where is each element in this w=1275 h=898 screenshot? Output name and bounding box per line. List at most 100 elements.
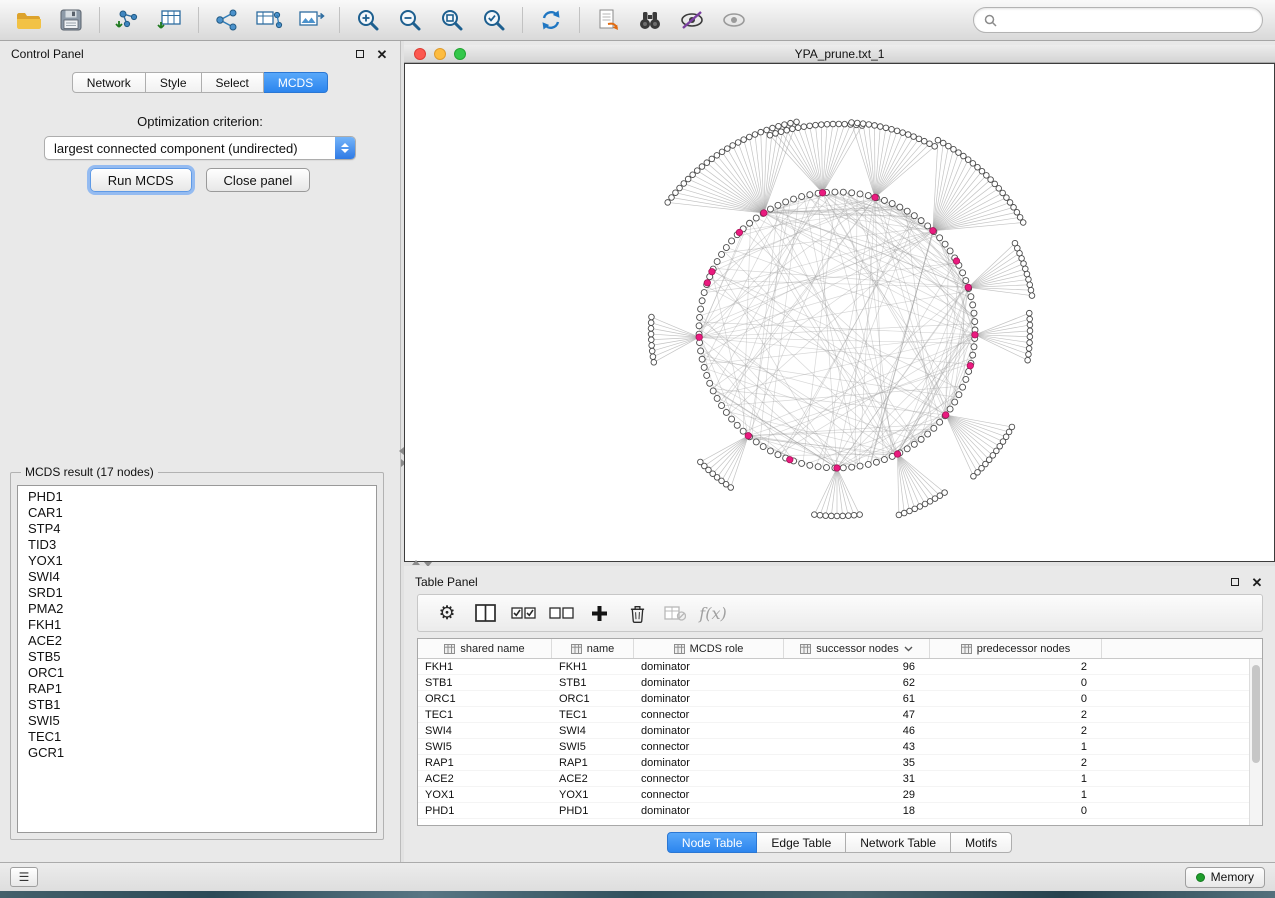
tab-network-table[interactable]: Network Table	[846, 832, 951, 853]
new-network-from-selection-button[interactable]	[206, 3, 248, 37]
delete-column-button[interactable]	[618, 598, 656, 628]
network-canvas[interactable]	[404, 63, 1275, 562]
import-table-button[interactable]	[149, 3, 191, 37]
column-header-name[interactable]: name	[552, 639, 634, 658]
save-session-button[interactable]	[50, 3, 92, 37]
column-header-successor-nodes[interactable]: successor nodes	[784, 639, 930, 658]
tab-motifs[interactable]: Motifs	[951, 832, 1012, 853]
tab-network[interactable]: Network	[72, 72, 146, 93]
mcds-result-item[interactable]: STP4	[18, 521, 376, 537]
table-header-row: shared namenameMCDS rolesuccessor nodesp…	[418, 639, 1262, 659]
import-network-button[interactable]	[107, 3, 149, 37]
table-cell: 47	[784, 709, 930, 721]
table-cell: 2	[930, 725, 1102, 737]
mcds-result-item[interactable]: GCR1	[18, 745, 376, 761]
run-mcds-button[interactable]: Run MCDS	[90, 168, 192, 192]
column-header-shared-name[interactable]: shared name	[418, 639, 552, 658]
close-table-panel-button[interactable]: ✕	[1250, 575, 1264, 589]
mcds-result-item[interactable]: SWI5	[18, 713, 376, 729]
table-row[interactable]: SWI4SWI4dominator462	[418, 723, 1262, 739]
table-settings-button[interactable]: ⚙	[428, 598, 466, 628]
column-type-icon	[571, 644, 582, 654]
import-table-icon	[157, 8, 183, 32]
mcds-result-item[interactable]: STB5	[18, 649, 376, 665]
search-icon	[984, 14, 997, 27]
export-document-button[interactable]	[587, 3, 629, 37]
tab-edge-table[interactable]: Edge Table	[757, 832, 846, 853]
mcds-result-item[interactable]: ACE2	[18, 633, 376, 649]
tab-node-table[interactable]: Node Table	[667, 832, 758, 853]
table-cell: STB1	[418, 677, 552, 689]
network-view-title: YPA_prune.txt_1	[404, 47, 1275, 61]
toolbar-separator	[579, 7, 580, 33]
graphics-details-icon	[679, 8, 705, 32]
table-row[interactable]: FKH1FKH1dominator962	[418, 659, 1262, 675]
select-all-columns-button[interactable]	[504, 598, 542, 628]
maximize-window-button[interactable]	[454, 48, 466, 60]
mcds-result-item[interactable]: YOX1	[18, 553, 376, 569]
table-row[interactable]: ORC1ORC1dominator610	[418, 691, 1262, 707]
mcds-result-item[interactable]: PHD1	[18, 489, 376, 505]
global-search-field[interactable]	[973, 7, 1263, 33]
mcds-result-group: MCDS result (17 nodes) PHD1CAR1STP4TID3Y…	[10, 465, 384, 840]
minimize-window-button[interactable]	[434, 48, 446, 60]
status-menu-button[interactable]: ☰	[10, 867, 38, 887]
toggle-graphics-details-button[interactable]	[671, 3, 713, 37]
search-network-button[interactable]	[629, 3, 671, 37]
refresh-layout-button[interactable]	[530, 3, 572, 37]
unselect-all-columns-button[interactable]	[542, 598, 580, 628]
show-columns-button[interactable]	[466, 598, 504, 628]
float-panel-button[interactable]	[353, 47, 367, 61]
scrollbar-thumb[interactable]	[1252, 665, 1260, 763]
column-header-MCDS-role[interactable]: MCDS role	[634, 639, 784, 658]
table-row[interactable]: ACE2ACE2connector311	[418, 771, 1262, 787]
table-scrollbar[interactable]	[1249, 659, 1262, 825]
close-mcds-panel-button[interactable]: Close panel	[206, 168, 311, 192]
mcds-result-list[interactable]: PHD1CAR1STP4TID3YOX1SWI4SRD1PMA2FKH1ACE2…	[17, 485, 377, 833]
mcds-result-item[interactable]: ORC1	[18, 665, 376, 681]
tab-style[interactable]: Style	[146, 72, 202, 93]
search-input[interactable]	[1003, 13, 1252, 27]
network-graph[interactable]	[405, 64, 1274, 561]
zoom-fit-button[interactable]	[431, 3, 473, 37]
network-view-titlebar[interactable]: YPA_prune.txt_1	[404, 45, 1275, 63]
level-of-detail-button[interactable]	[713, 3, 755, 37]
zoom-in-button[interactable]	[347, 3, 389, 37]
table-row[interactable]: PHD1PHD1dominator180	[418, 803, 1262, 819]
create-column-button[interactable]	[580, 598, 618, 628]
table-row[interactable]: RAP1RAP1dominator352	[418, 755, 1262, 771]
tab-select[interactable]: Select	[202, 72, 264, 93]
zoom-fit-icon	[440, 8, 464, 32]
export-network-button[interactable]	[248, 3, 290, 37]
close-window-button[interactable]	[414, 48, 426, 60]
mcds-result-item[interactable]: CAR1	[18, 505, 376, 521]
mcds-result-item[interactable]: PMA2	[18, 601, 376, 617]
zoom-selected-button[interactable]	[473, 3, 515, 37]
mcds-result-item[interactable]: SRD1	[18, 585, 376, 601]
table-row[interactable]: YOX1YOX1connector291	[418, 787, 1262, 803]
optimization-criterion-select[interactable]: largest connected component (undirected)	[44, 136, 356, 160]
column-type-icon	[800, 644, 811, 654]
dropdown-stepper-icon	[335, 137, 355, 159]
table-cell: RAP1	[552, 757, 634, 769]
table-row[interactable]: SWI5SWI5connector431	[418, 739, 1262, 755]
import-network-icon	[115, 8, 141, 32]
open-session-button[interactable]	[8, 3, 50, 37]
float-table-panel-button[interactable]	[1228, 575, 1242, 589]
mcds-result-item[interactable]: TEC1	[18, 729, 376, 745]
table-row[interactable]: STB1STB1dominator620	[418, 675, 1262, 691]
mcds-result-item[interactable]: STB1	[18, 697, 376, 713]
table-row[interactable]: TEC1TEC1connector472	[418, 707, 1262, 723]
mcds-result-item[interactable]: RAP1	[18, 681, 376, 697]
close-panel-button[interactable]: ✕	[375, 47, 389, 61]
mcds-result-item[interactable]: SWI4	[18, 569, 376, 585]
table-cell: 96	[784, 661, 930, 673]
memory-button[interactable]: Memory	[1185, 867, 1265, 888]
zoom-out-button[interactable]	[389, 3, 431, 37]
mcds-result-item[interactable]: TID3	[18, 537, 376, 553]
mcds-result-item[interactable]: FKH1	[18, 617, 376, 633]
tab-mcds[interactable]: MCDS	[264, 72, 328, 93]
function-icon: f(x)	[699, 604, 726, 623]
export-image-button[interactable]	[290, 3, 332, 37]
column-header-predecessor-nodes[interactable]: predecessor nodes	[930, 639, 1102, 658]
